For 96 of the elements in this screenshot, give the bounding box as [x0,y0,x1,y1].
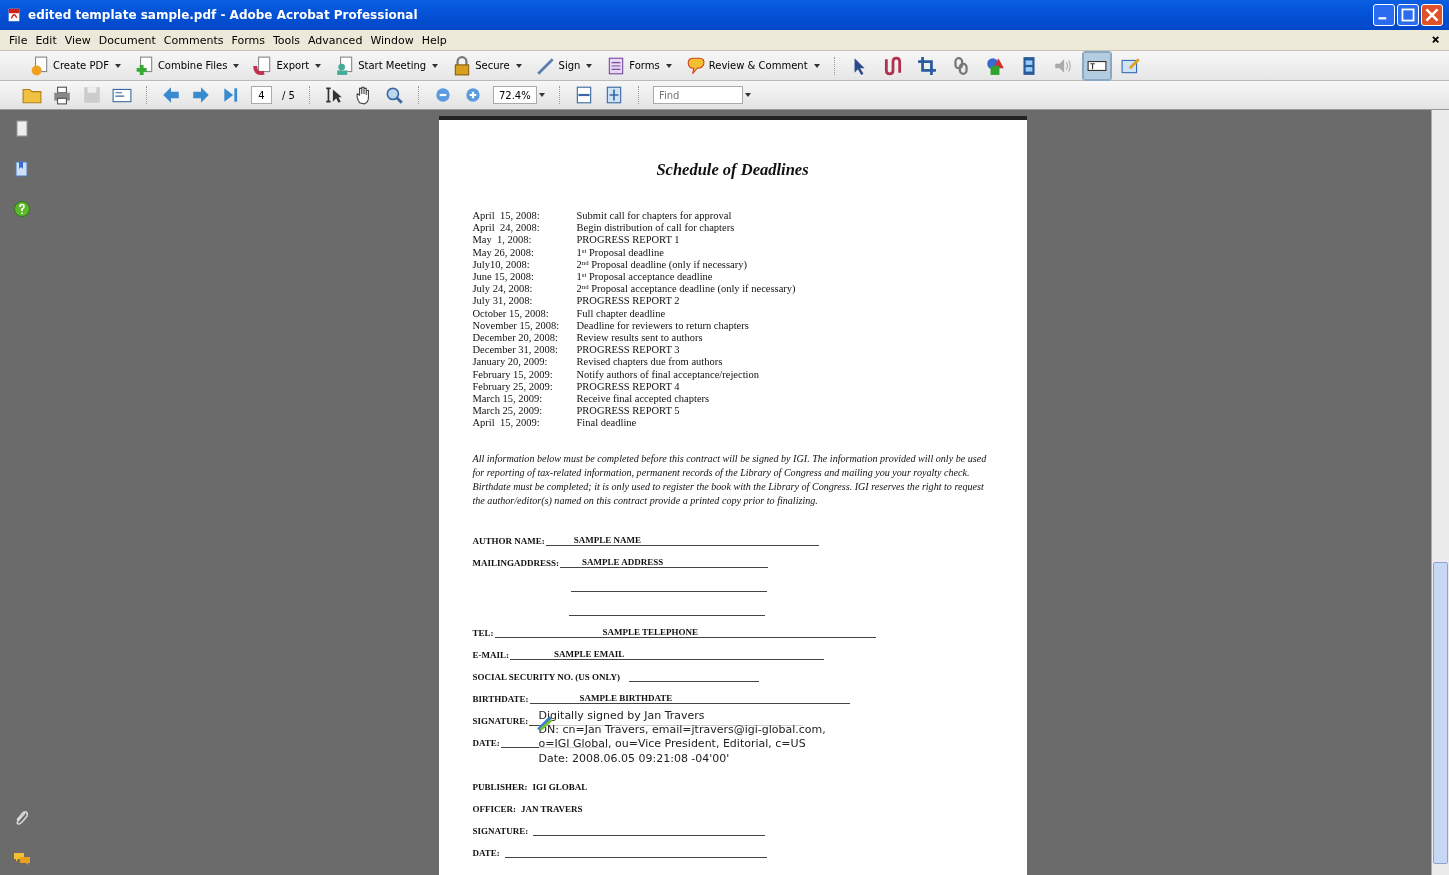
field-value: SAMPLE BIRTHDATE [579,692,673,704]
field-value: SAMPLE TELEPHONE [602,626,699,638]
menu-item[interactable]: Comments [160,32,227,48]
menu-item[interactable]: Document [95,32,159,48]
deadline-task: 2$^{nd}$ Proposal deadline (only if necessary) [576,258,748,271]
menu-item[interactable]: Advanced [305,32,366,48]
field-label: SIGNATURE: [472,715,529,726]
menu-item[interactable]: File [6,32,31,48]
deadline-task: Deadline for reviewers to return chapters [576,319,750,333]
deadline-date: April 15, 2009: [472,417,541,430]
menu-item[interactable]: Help [418,32,450,48]
toolbar-button[interactable]: Export [249,53,326,78]
field-label: OFFICER: [472,803,516,814]
deadline-date: October 15, 2008: [472,307,550,320]
toolbar-button[interactable]: Combine Files [130,53,244,78]
deadline-date: July 31, 2008: [472,295,534,308]
deadline-date: June 15, 2008: [472,271,536,284]
deadline-task: 2$^{nd}$ Proposal acceptance deadline (only if necessary) [576,283,797,296]
help-icon[interactable] [13,200,31,218]
field-label: DATE: [472,847,500,858]
deadline-date: November 15, 2008: [472,319,561,333]
deadline-task: PROGRESS REPORT 4 [576,380,681,394]
scrollbar[interactable] [1431,110,1449,875]
deadline-date: April 15, 2008: [472,210,541,223]
maximize-icon[interactable] [1397,4,1419,26]
field-value: IGI GLOBAL [532,781,588,792]
field-label: BIRTHDATE: [472,693,529,704]
notice-paragraph: All information below must be completed before this contract will be signed by IGI. The information provided will only be used for reporting of tax-related information, permanent records of the Library of Congress and mailing you your royalty check. Birthdate must be completed; it is only used to register the book with the Library of Congress. IGI reserves the right to request the author/editor(s) named on this contract provide a printed copy prior to finalizing. [472,451,988,508]
find-field[interactable]: Find [652,86,743,104]
toolbar-button[interactable]: Secure [448,53,526,78]
page-number-field[interactable]: 4 [251,86,272,104]
field-label: PUBLISHER: [472,781,528,792]
minimize-icon[interactable] [1373,4,1395,26]
deadline-task: Notify authors of final acceptance/rejection [576,368,760,381]
field-label: MAILINGADDRESS: [472,557,559,568]
field-value: SAMPLE ADDRESS [582,556,664,568]
toolbar-button[interactable]: Forms [602,53,676,78]
menu-item[interactable]: View [61,32,94,48]
menu-item[interactable]: Forms [228,32,268,48]
deadline-task: PROGRESS REPORT 3 [576,344,681,357]
deadline-task: 1$^{st}$ Proposal acceptance deadline [576,271,714,284]
pages-icon[interactable] [13,120,31,138]
deadline-task: PROGRESS REPORT 5 [576,405,681,418]
menu-item[interactable]: Window [367,32,417,48]
text-select-icon[interactable] [323,85,344,105]
deadline-task: Revised chapters due from authors [576,356,724,369]
menu-item[interactable]: Tools [269,32,304,48]
toolbar-button[interactable]: Review & Comment [681,53,824,78]
toolbar-button[interactable]: Create PDF [26,53,125,78]
document-heading: Schedule of Deadlines [655,160,810,180]
close-icon[interactable] [1421,4,1443,26]
field-label: AUTHOR NAME: [472,535,545,546]
right-arrow-icon[interactable] [191,85,211,105]
speech-bubble-icon [685,55,706,76]
document-plus-icon [134,55,155,76]
field-value: SAMPLE NAME [573,534,641,546]
menu-item[interactable]: Edit [32,32,60,48]
field-value: SAMPLE EMAIL [554,648,625,660]
field-label: TEL: [472,627,494,638]
deadline-date: May 1, 2008: [472,234,533,247]
deadline-date: December 20, 2008: [472,332,559,345]
deadline-task: Review results sent to authors [576,332,704,345]
toolbar-button[interactable]: Sign [531,53,597,78]
printer-icon[interactable] [52,85,72,105]
pdf-file-icon [6,7,22,23]
deadline-date: July 24, 2008: [472,283,534,296]
deadline-date: January 20, 2009: [472,356,549,369]
field-label: SIGNATURE: [472,825,529,836]
deadline-task: Final deadline [576,417,638,430]
toolbar-button[interactable]: Start Meeting [331,53,443,78]
field-label: SOCIAL SECURITY NO. (US ONLY) [472,671,621,682]
deadline-task: Full chapter deadline [576,307,667,320]
deadline-date: July10, 2008: [472,258,531,271]
deadline-date: March 15, 2009: [472,393,544,406]
field-label: DATE: [472,737,500,748]
window-title: edited template sample.pdf - Adobe Acrobat Professional [28,8,419,22]
deadline-task: PROGRESS REPORT 2 [576,295,681,308]
deadline-date: May 26, 2008: [472,246,536,259]
bookmark-icon[interactable] [13,160,31,178]
deadline-task: PROGRESS REPORT 1 [576,234,681,247]
deadline-date: April 24, 2008: [472,222,541,235]
deadline-date: February 25, 2009: [472,380,554,394]
deadline-task: Receive final accepted chapters [576,393,711,406]
deadline-date: December 31, 2008: [472,344,559,357]
left-arrow-icon[interactable] [161,85,181,105]
deadline-task: Submit call for chapters for approval [576,210,733,223]
scrollbar-thumb[interactable] [1433,562,1448,864]
deadline-task: 1$^{st}$ Proposal deadline [576,246,665,259]
zoom-field[interactable]: 72.4% [492,86,537,104]
field-label: E-MAIL: [472,649,509,660]
deadline-date: March 25, 2009: [472,405,544,418]
field-value: JAN TRAVERS [521,803,583,814]
text-field-icon[interactable] [1082,51,1111,80]
deadline-task: Begin distribution of call for chapters [576,222,736,235]
page-count: / 5 [282,89,295,101]
deadline-date: February 15, 2009: [472,368,554,381]
